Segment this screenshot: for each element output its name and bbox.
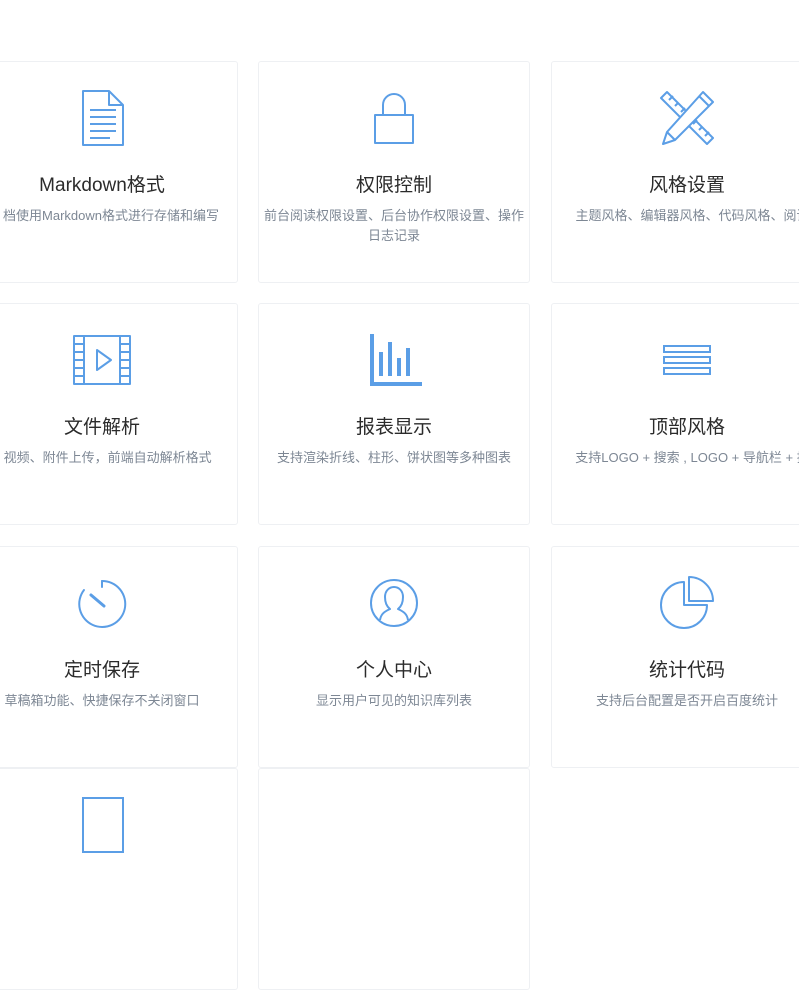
feature-card-style: 风格设置 主题风格、编辑器风格、代码风格、阅读格 bbox=[551, 61, 799, 283]
user-circle-icon bbox=[364, 573, 424, 633]
feature-description: 前台阅读权限设置、后台协作权限设置、操作日志记录 bbox=[263, 208, 524, 243]
feature-card-statistics: 统计代码 支持后台配置是否开启百度统计 bbox=[551, 546, 799, 768]
feature-card-report: 报表显示 支持渲染折线、柱形、饼状图等多种图表 bbox=[258, 303, 530, 525]
feature-title: 顶部风格 bbox=[648, 417, 725, 438]
document-icon bbox=[72, 795, 132, 855]
feature-description: 支持渲染折线、柱形、饼状图等多种图表 bbox=[276, 450, 511, 465]
feature-title: 报表显示 bbox=[355, 417, 432, 438]
feature-title: 统计代码 bbox=[648, 660, 725, 681]
feature-description: 主题风格、编辑器风格、代码风格、阅读格 bbox=[575, 208, 799, 223]
feature-card-partial bbox=[258, 768, 530, 990]
feature-title: 权限控制 bbox=[355, 175, 432, 196]
feature-title: 文件解析 bbox=[63, 417, 140, 438]
feature-description: 支持后台配置是否开启百度统计 bbox=[595, 693, 778, 708]
ruler-pencil-icon bbox=[657, 88, 717, 148]
feature-description: 支持LOGO + 搜索 , LOGO + 导航栏 + 搜索 bbox=[575, 450, 799, 465]
feature-card-header-style: 顶部风格 支持LOGO + 搜索 , LOGO + 导航栏 + 搜索 bbox=[551, 303, 799, 525]
feature-description: 草稿箱功能、快捷保存不关闭窗口 bbox=[4, 693, 200, 708]
feature-title: 风格设置 bbox=[648, 175, 725, 196]
feature-description: 档使用Markdown格式进行存储和编写 bbox=[3, 208, 219, 223]
feature-card-partial bbox=[0, 768, 238, 990]
feature-title: 个人中心 bbox=[355, 660, 432, 681]
lock-icon bbox=[364, 88, 424, 148]
feature-card-file: 文件解析 持mp3、视频、附件上传，前端自动解析格式 bbox=[0, 303, 238, 525]
feature-title: Markdown格式 bbox=[39, 175, 165, 196]
feature-title: 定时保存 bbox=[63, 660, 140, 681]
feature-card-markdown: Markdown格式 档使用Markdown格式进行存储和编写 bbox=[0, 61, 238, 283]
menu-lines-icon bbox=[657, 330, 717, 390]
feature-card-permission: 权限控制 前台阅读权限设置、后台协作权限设置、操作日志记录 bbox=[258, 61, 530, 283]
pie-chart-icon bbox=[657, 573, 717, 633]
feature-card-autosave: 定时保存 草稿箱功能、快捷保存不关闭窗口 bbox=[0, 546, 238, 768]
document-icon bbox=[72, 88, 132, 148]
bar-chart-icon bbox=[364, 330, 424, 390]
feature-card-profile: 个人中心 显示用户可见的知识库列表 bbox=[258, 546, 530, 768]
feature-description: 持mp3、视频、附件上传，前端自动解析格式 bbox=[0, 450, 212, 465]
timer-icon bbox=[72, 573, 132, 633]
feature-description: 显示用户可见的知识库列表 bbox=[315, 693, 472, 708]
video-file-icon bbox=[72, 330, 132, 390]
